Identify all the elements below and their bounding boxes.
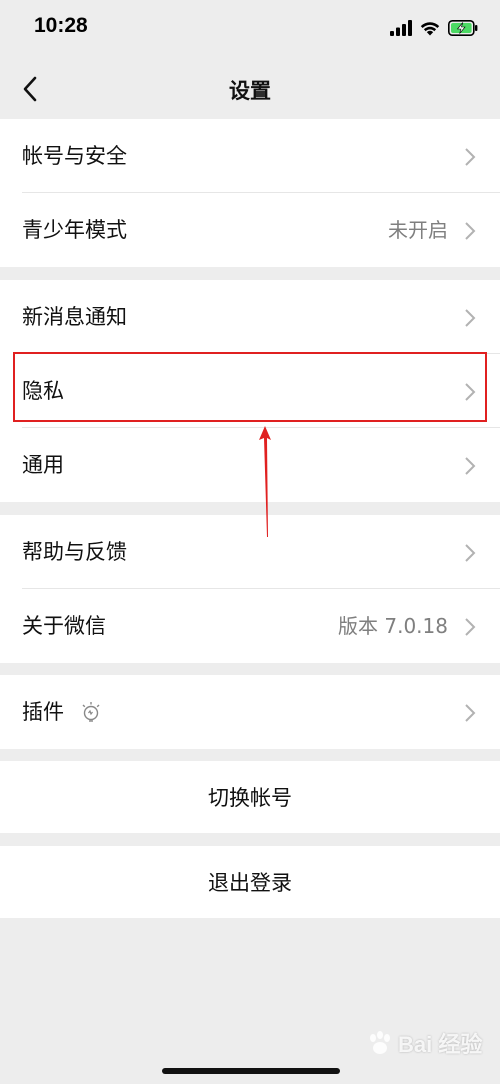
chevron-right-icon <box>465 618 476 636</box>
settings-item-label: 关于微信 <box>22 614 106 638</box>
settings-item-label: 新消息通知 <box>22 305 127 329</box>
switch-account-button[interactable]: 切换帐号 <box>0 761 500 833</box>
settings-item-notifications[interactable]: 新消息通知 <box>0 280 500 354</box>
battery-charging-icon <box>448 20 478 36</box>
settings-item-about-wechat[interactable]: 关于微信 版本 7.0.18 <box>0 589 500 663</box>
settings-item-account-security[interactable]: 帐号与安全 <box>0 119 500 193</box>
signal-icon <box>390 20 412 36</box>
settings-item-plugins[interactable]: 插件 <box>0 675 500 749</box>
watermark-text: Bai 经验 <box>398 1032 483 1057</box>
logout-button[interactable]: 退出登录 <box>0 846 500 918</box>
settings-item-label: 帮助与反馈 <box>22 540 127 564</box>
settings-item-teen-mode[interactable]: 青少年模式 未开启 <box>0 193 500 267</box>
chevron-right-icon <box>465 457 476 475</box>
settings-group-account: 帐号与安全 青少年模式 未开启 <box>0 119 500 267</box>
logout-label: 退出登录 <box>208 871 292 895</box>
status-icons <box>390 18 478 38</box>
settings-item-label: 隐私 <box>22 379 64 403</box>
settings-group-general: 新消息通知 隐私 通用 <box>0 280 500 502</box>
settings-group-about: 帮助与反馈 关于微信 版本 7.0.18 <box>0 515 500 663</box>
status-time: 10:28 <box>34 14 88 37</box>
settings-item-value: 版本 7.0.18 <box>338 614 448 638</box>
settings-item-privacy[interactable]: 隐私 <box>0 354 500 428</box>
settings-item-label: 通用 <box>22 453 64 477</box>
chevron-right-icon <box>465 383 476 401</box>
chevron-right-icon <box>465 544 476 562</box>
settings-item-label: 帐号与安全 <box>22 144 127 168</box>
chevron-right-icon <box>465 704 476 722</box>
settings-group-plugins: 插件 <box>0 675 500 749</box>
chevron-right-icon <box>465 309 476 327</box>
home-indicator <box>162 1068 340 1074</box>
status-bar: 10:28 <box>0 0 500 60</box>
settings-item-value: 未开启 <box>388 218 448 242</box>
settings-item-label: 插件 <box>22 700 64 724</box>
nav-bar: 设置 <box>0 60 500 118</box>
page-title: 设置 <box>229 79 271 103</box>
settings-item-help-feedback[interactable]: 帮助与反馈 <box>0 515 500 589</box>
chevron-right-icon <box>465 222 476 240</box>
paw-logo-icon <box>370 1031 390 1054</box>
settings-item-general[interactable]: 通用 <box>0 428 500 502</box>
settings-item-label: 青少年模式 <box>22 218 127 242</box>
watermark: Bai 经验 <box>366 1018 486 1068</box>
wifi-icon <box>420 22 440 36</box>
switch-account-label: 切换帐号 <box>208 786 292 810</box>
chevron-right-icon <box>465 148 476 166</box>
lightbulb-icon <box>82 702 100 722</box>
